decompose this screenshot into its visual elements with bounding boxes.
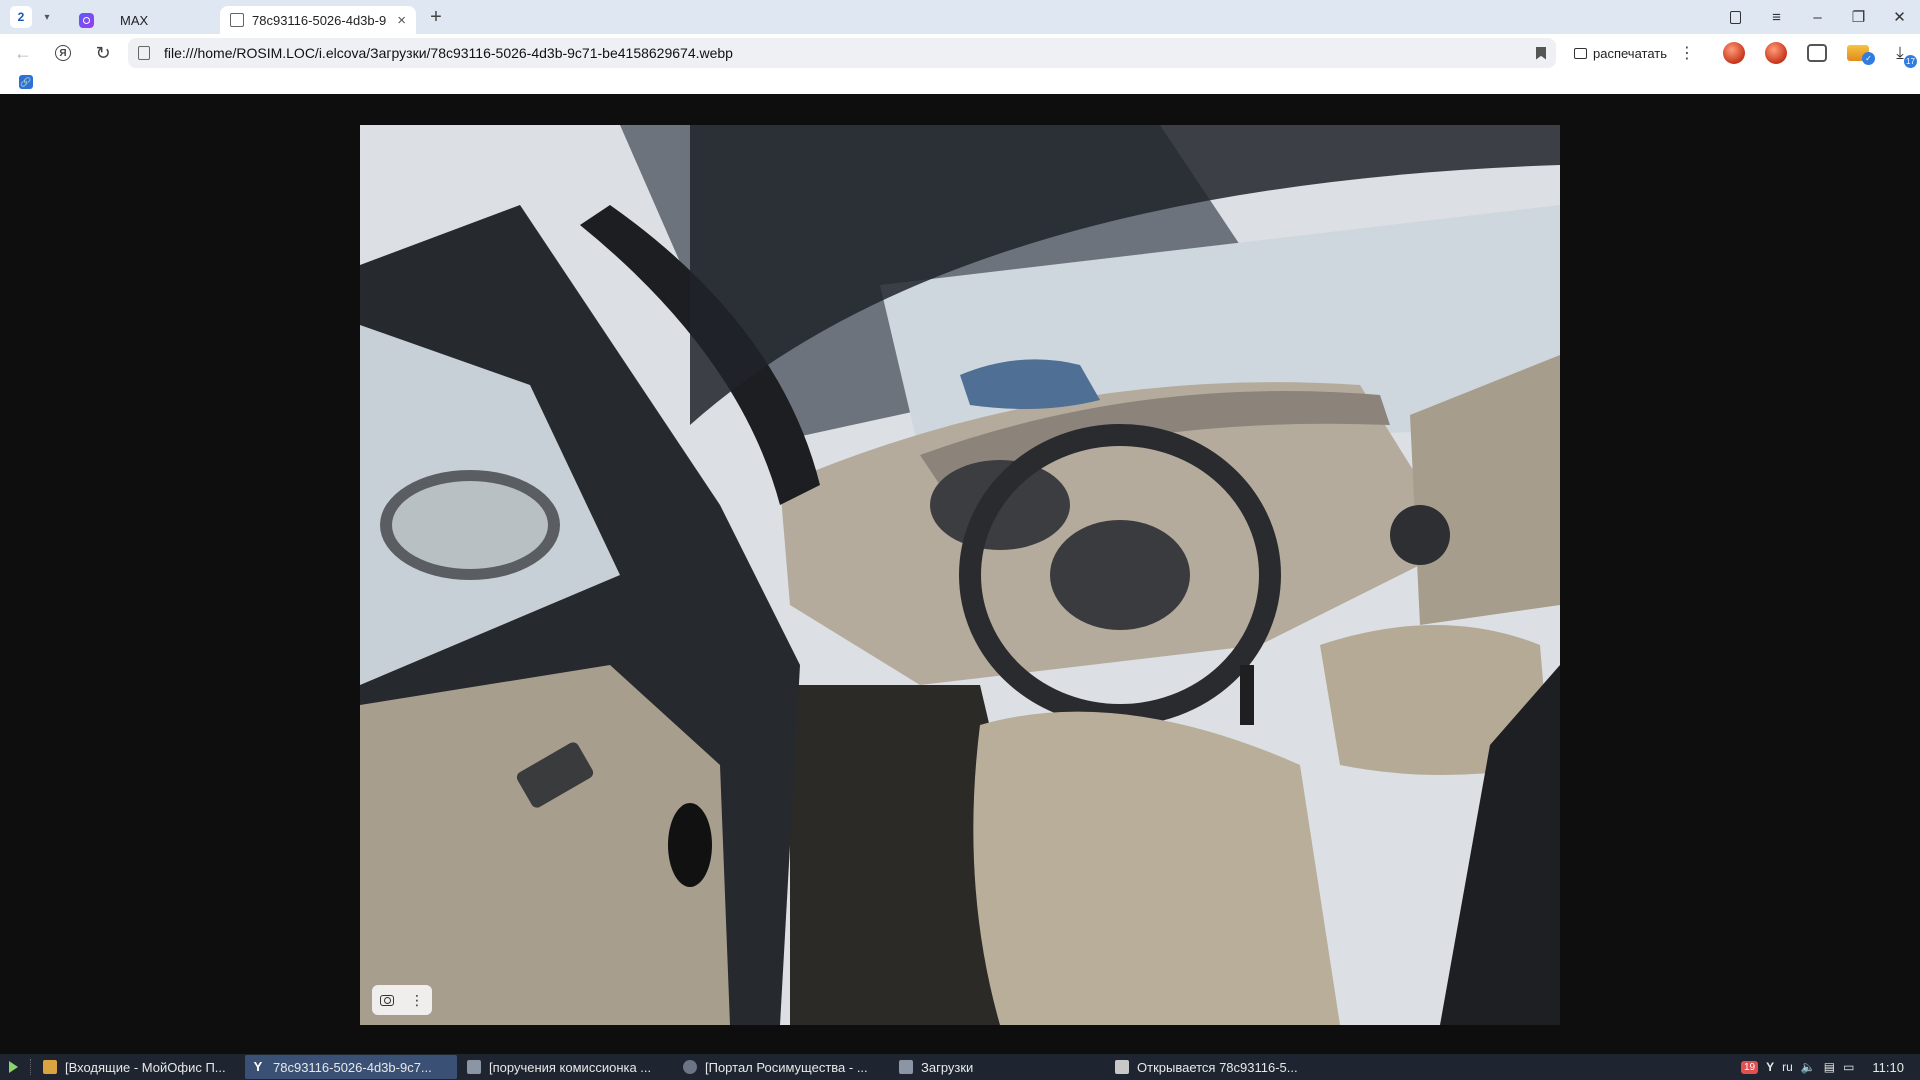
car-interior-photo[interactable]: ⋮ — [360, 125, 1560, 1025]
tab-image-file[interactable]: 78c93116-5026-4d3b-9 × — [220, 6, 416, 34]
image-toolbar: ⋮ — [372, 985, 432, 1015]
taskbar-item-label: Загрузки — [921, 1059, 974, 1075]
taskbar-item-browser[interactable]: Y 78c93116-5026-4d3b-9c7... — [245, 1055, 457, 1079]
browser-icon — [683, 1060, 697, 1074]
bookmark-icon[interactable] — [1536, 46, 1546, 60]
taskbar-separator — [30, 1059, 33, 1075]
folder-icon — [899, 1060, 913, 1074]
image-viewer: ⋮ — [0, 94, 1920, 1054]
tab-label: MAX — [120, 12, 149, 28]
taskbar-item-portal[interactable]: [Портал Росимущества - ... — [677, 1055, 889, 1079]
yandex-browser-icon: Y — [253, 1059, 263, 1074]
keyboard-layout-indicator[interactable]: ru — [1782, 1060, 1793, 1074]
tab-max[interactable]: MAX — [106, 6, 216, 34]
check-badge: ✓ — [1862, 52, 1875, 65]
extension-avatar-icon[interactable] — [1765, 42, 1787, 64]
taskbar-item-mail[interactable]: [Входящие - МойОфис П... — [37, 1055, 241, 1079]
mail-icon — [43, 1060, 57, 1074]
bookmarks-panel-icon[interactable] — [1715, 0, 1756, 34]
photo-illustration — [360, 125, 1560, 1025]
reload-icon[interactable]: ↻ — [86, 38, 120, 68]
collections-icon[interactable] — [1807, 44, 1827, 62]
downloads-icon[interactable]: ⤓ 17 — [1889, 42, 1917, 68]
tab-label: 78c93116-5026-4d3b-9 — [252, 12, 387, 28]
address-bar[interactable]: file:///home/ROSIM.LOC/i.elcova/Загрузки… — [128, 38, 1556, 68]
close-tab-icon[interactable]: × — [397, 12, 406, 29]
window-controls: ≡ – ❐ ✕ — [1715, 0, 1920, 34]
minimize-icon[interactable]: – — [1797, 0, 1838, 34]
taskbar-item-opening[interactable]: Открывается 78c93116-5... — [1109, 1055, 1321, 1079]
extension-avatar-icon[interactable] — [1723, 42, 1745, 64]
tab-messenger[interactable] — [66, 6, 106, 34]
taskbar-item-label: Открывается 78c93116-5... — [1137, 1059, 1298, 1075]
address-url[interactable]: file:///home/ROSIM.LOC/i.elcova/Загрузки… — [164, 45, 1536, 61]
tab-list-dropdown-icon[interactable]: ▾ — [36, 6, 58, 28]
wallet-extension-icon[interactable]: ✓ — [1847, 45, 1875, 65]
print-button[interactable]: распечатать — [1564, 38, 1677, 68]
link-bookmark-icon[interactable]: 🔗 — [19, 75, 33, 89]
clock[interactable]: 11:10 — [1872, 1060, 1904, 1075]
start-menu-icon[interactable] — [0, 1054, 26, 1080]
taskbar: [Входящие - МойОфис П... Y 78c93116-5026… — [0, 1054, 1920, 1080]
more-options-icon[interactable]: ⋮ — [1677, 43, 1697, 63]
folder-icon — [467, 1060, 481, 1074]
menu-icon[interactable]: ≡ — [1756, 0, 1797, 34]
taskbar-item-downloads[interactable]: Загрузки — [893, 1055, 1105, 1079]
taskbar-item-label: 78c93116-5026-4d3b-9c7... — [273, 1059, 432, 1075]
messenger-icon — [78, 12, 94, 28]
image-file-icon — [230, 13, 244, 27]
taskbar-item-label: [Входящие - МойОфис П... — [65, 1059, 226, 1075]
file-icon — [138, 46, 150, 60]
volume-icon[interactable]: 🔈 — [1801, 1060, 1816, 1074]
calendar-icon[interactable]: 19 — [1740, 1060, 1759, 1074]
back-arrow-icon[interactable]: ← — [6, 38, 40, 68]
taskbar-item-label: [поручения комиссионка ... — [489, 1059, 652, 1075]
new-tab-button[interactable]: + — [424, 5, 448, 29]
bookmarks-bar: 🔗 — [0, 72, 1920, 94]
taskbar-item-folder-orders[interactable]: [поручения комиссионка ... — [461, 1055, 673, 1079]
yandex-tray-icon[interactable]: Y — [1766, 1060, 1774, 1074]
screenshot-camera-icon[interactable] — [372, 985, 402, 1015]
browser-toolbar: ← Я ↻ file:///home/ROSIM.LOC/i.elcova/За… — [0, 34, 1920, 72]
taskbar-item-label: [Портал Росимущества - ... — [705, 1059, 868, 1075]
tab-strip: 2 ▾ MAX 78c93116-5026-4d3b-9 × + ≡ – ❐ ✕ — [0, 0, 1920, 34]
print-label: распечатать — [1593, 45, 1667, 61]
system-tray: 19 Y ru 🔈 ▤ ▭ 11:10 — [1733, 1054, 1920, 1080]
network-icon[interactable]: ▭ — [1843, 1060, 1854, 1074]
tab-counter-button[interactable]: 2 — [10, 6, 32, 28]
clipboard-icon[interactable]: ▤ — [1824, 1060, 1835, 1074]
more-options-icon[interactable]: ⋮ — [402, 985, 432, 1015]
printer-icon — [1574, 47, 1587, 59]
document-icon — [1115, 1060, 1129, 1074]
downloads-badge: 17 — [1904, 55, 1917, 68]
restore-icon[interactable]: ❐ — [1838, 0, 1879, 34]
yandex-home-icon[interactable]: Я — [46, 38, 80, 68]
close-window-icon[interactable]: ✕ — [1879, 0, 1920, 34]
